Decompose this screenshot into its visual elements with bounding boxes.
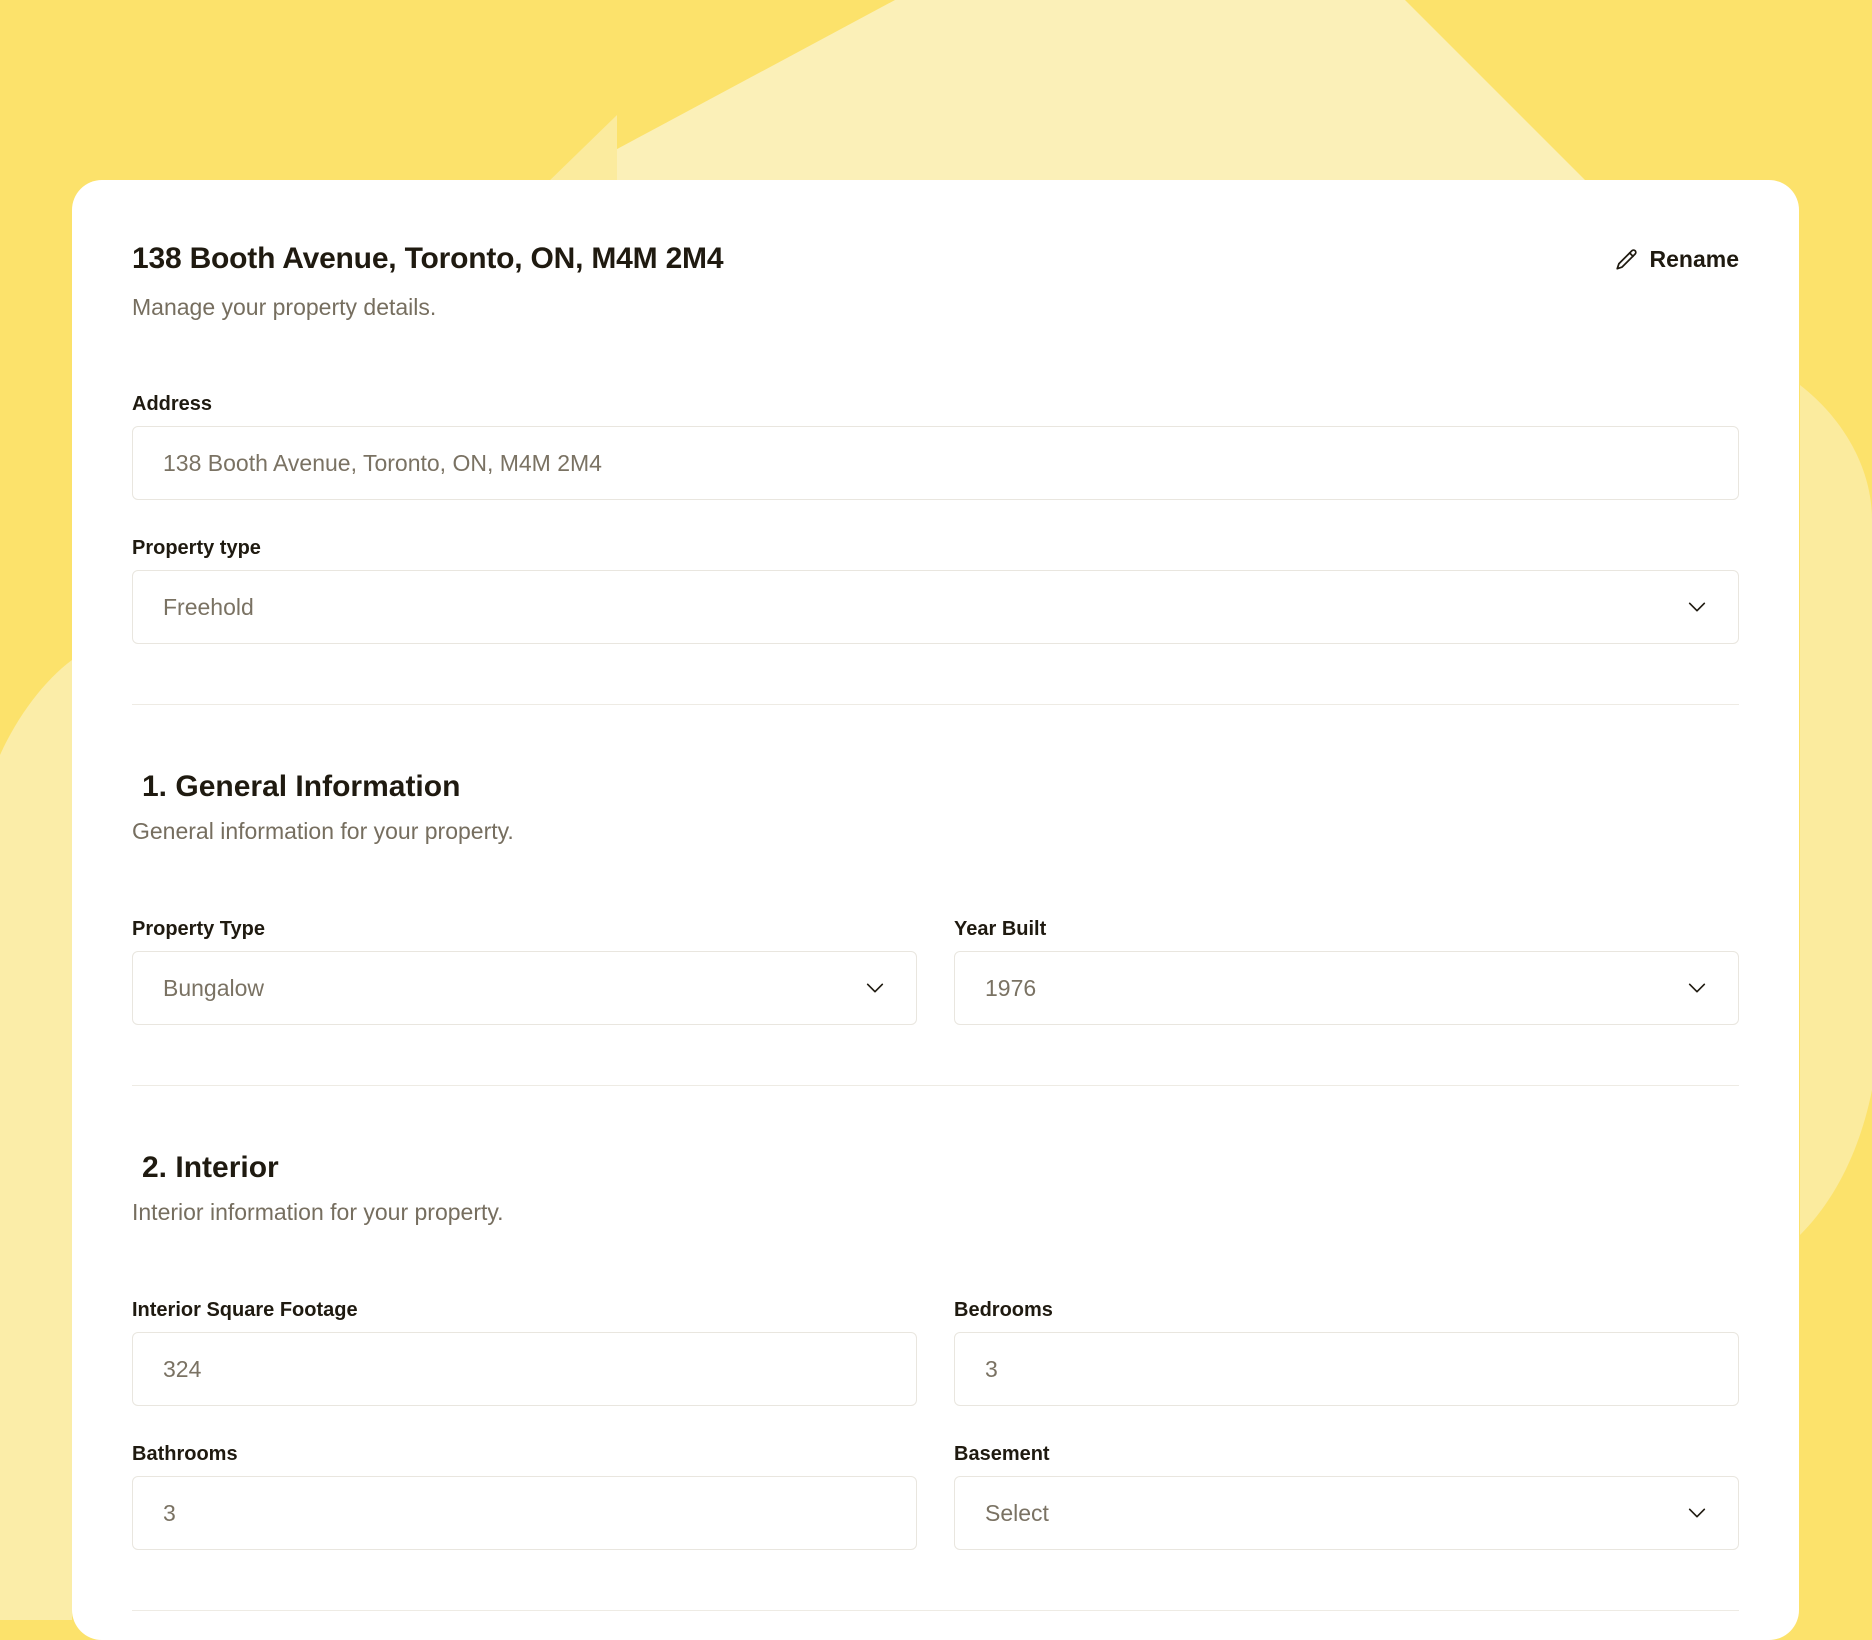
bathrooms-label: Bathrooms — [132, 1443, 238, 1465]
property-subtitle: Manage your property details. — [132, 294, 437, 320]
interior-sqft-input[interactable]: 324 — [132, 1332, 917, 1406]
rename-label: Rename — [1649, 246, 1739, 272]
chevron-down-icon — [1686, 1502, 1708, 1524]
section-general-title: 1. General Information — [142, 770, 460, 804]
divider — [132, 704, 1739, 705]
basement-label: Basement — [954, 1443, 1050, 1465]
section-interior-heading: Interior — [175, 1151, 279, 1184]
general-property-type-value: Bungalow — [163, 974, 265, 1001]
divider — [132, 1085, 1739, 1086]
section-interior-subtitle: Interior information for your property. — [132, 1199, 504, 1225]
basement-select[interactable]: Select — [954, 1476, 1739, 1550]
property-title: 138 Booth Avenue, Toronto, ON, M4M 2M4 — [132, 242, 724, 275]
section-general-heading: General Information — [175, 770, 461, 803]
pencil-icon — [1614, 247, 1640, 273]
bedrooms-label: Bedrooms — [954, 1299, 1053, 1321]
property-card: 138 Booth Avenue, Toronto, ON, M4M 2M4 M… — [72, 180, 1799, 1640]
divider — [132, 1610, 1739, 1611]
property-type-value: Freehold — [163, 593, 254, 620]
address-value: 138 Booth Avenue, Toronto, ON, M4M 2M4 — [163, 449, 602, 476]
year-built-label: Year Built — [954, 918, 1047, 940]
year-built-select[interactable]: 1976 — [954, 951, 1739, 1025]
chevron-down-icon — [1686, 596, 1708, 618]
section-interior-number: 2. — [142, 1151, 168, 1184]
general-property-type-select[interactable]: Bungalow — [132, 951, 917, 1025]
bathrooms-value: 3 — [163, 1499, 176, 1526]
address-label: Address — [132, 393, 213, 415]
interior-sqft-value: 324 — [163, 1355, 202, 1382]
chevron-down-icon — [864, 977, 886, 999]
bedrooms-value: 3 — [985, 1355, 998, 1382]
chevron-down-icon — [1686, 977, 1708, 999]
bedrooms-input[interactable]: 3 — [954, 1332, 1739, 1406]
section-general-subtitle: General information for your property. — [132, 818, 514, 844]
bathrooms-input[interactable]: 3 — [132, 1476, 917, 1550]
interior-sqft-label: Interior Square Footage — [132, 1299, 358, 1321]
property-type-label: Property type — [132, 537, 261, 559]
rename-button[interactable]: Rename — [1614, 246, 1739, 273]
section-interior-title: 2. Interior — [142, 1151, 279, 1185]
basement-value: Select — [985, 1499, 1049, 1526]
year-built-value: 1976 — [985, 974, 1037, 1001]
address-input[interactable]: 138 Booth Avenue, Toronto, ON, M4M 2M4 — [132, 426, 1739, 500]
property-type-select[interactable]: Freehold — [132, 570, 1739, 644]
general-property-type-label: Property Type — [132, 918, 265, 940]
section-general-number: 1. — [142, 770, 168, 803]
